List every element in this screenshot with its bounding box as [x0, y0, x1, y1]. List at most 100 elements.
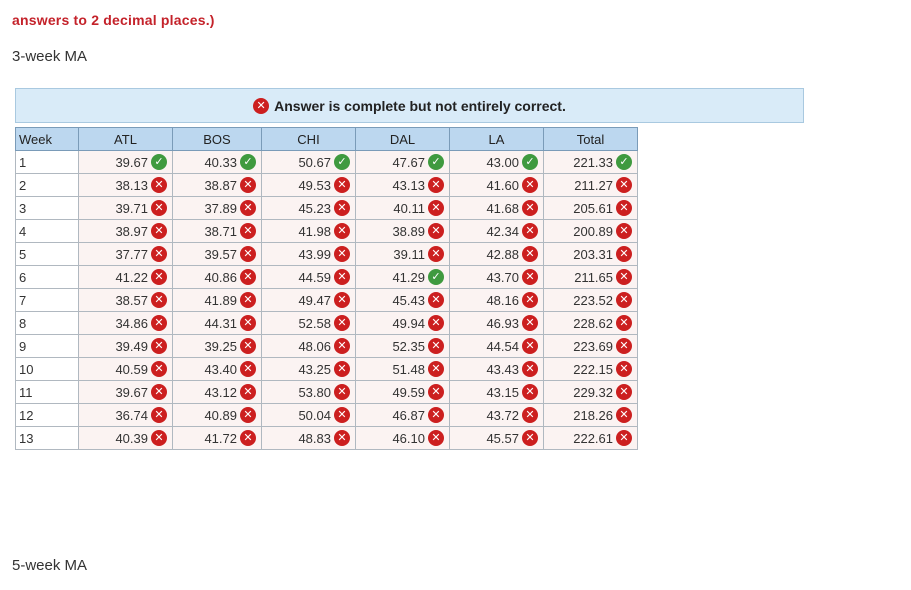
chi-value[interactable]: 45.23: [298, 201, 331, 216]
bos-cell: 38.87 ✕: [172, 173, 262, 197]
atl-value[interactable]: 38.57: [115, 293, 148, 308]
bos-value[interactable]: 37.89: [204, 201, 237, 216]
chi-value[interactable]: 50.04: [298, 408, 331, 423]
total-value[interactable]: 205.61: [573, 201, 613, 216]
atl-value[interactable]: 36.74: [115, 408, 148, 423]
la-cell: 41.60 ✕: [449, 173, 544, 197]
dal-value[interactable]: 43.13: [392, 178, 425, 193]
chi-value[interactable]: 44.59: [298, 270, 331, 285]
bos-value[interactable]: 40.33: [204, 155, 237, 170]
la-value[interactable]: 42.88: [486, 247, 519, 262]
la-value[interactable]: 42.34: [486, 224, 519, 239]
bos-cell: 44.31 ✕: [172, 311, 262, 335]
bos-value[interactable]: 38.87: [204, 178, 237, 193]
atl-value[interactable]: 41.22: [115, 270, 148, 285]
atl-value[interactable]: 34.86: [115, 316, 148, 331]
atl-value[interactable]: 37.77: [115, 247, 148, 262]
la-value[interactable]: 46.93: [486, 316, 519, 331]
total-value[interactable]: 223.69: [573, 339, 613, 354]
total-value[interactable]: 228.62: [573, 316, 613, 331]
atl-value[interactable]: 40.59: [115, 362, 148, 377]
dal-value[interactable]: 46.10: [392, 431, 425, 446]
la-value[interactable]: 43.72: [486, 408, 519, 423]
atl-cell: 36.74 ✕: [78, 403, 173, 427]
atl-value[interactable]: 40.39: [115, 431, 148, 446]
la-value[interactable]: 44.54: [486, 339, 519, 354]
dal-value[interactable]: 47.67: [392, 155, 425, 170]
atl-value[interactable]: 38.97: [115, 224, 148, 239]
dal-value[interactable]: 39.11: [393, 247, 425, 262]
dal-cell: 38.89 ✕: [355, 219, 450, 243]
total-value[interactable]: 203.31: [573, 247, 613, 262]
bos-value[interactable]: 41.72: [204, 431, 237, 446]
chi-value[interactable]: 52.58: [298, 316, 331, 331]
x-circle-icon: ✕: [151, 338, 167, 354]
total-cell: 218.26 ✕: [543, 403, 638, 427]
total-value[interactable]: 222.61: [573, 431, 613, 446]
dal-value[interactable]: 46.87: [392, 408, 425, 423]
total-value[interactable]: 211.27: [574, 178, 613, 193]
total-value[interactable]: 229.32: [573, 385, 613, 400]
la-value[interactable]: 43.70: [486, 270, 519, 285]
bos-value[interactable]: 43.12: [204, 385, 237, 400]
x-circle-icon: ✕: [522, 292, 538, 308]
chi-value[interactable]: 50.67: [298, 155, 331, 170]
atl-value[interactable]: 39.49: [115, 339, 148, 354]
dal-cell: 47.67 ✓: [355, 150, 450, 174]
total-value[interactable]: 223.52: [573, 293, 613, 308]
chi-value[interactable]: 48.83: [298, 431, 331, 446]
la-value[interactable]: 41.68: [486, 201, 519, 216]
x-circle-icon: ✕: [334, 200, 350, 216]
bos-value[interactable]: 41.89: [204, 293, 237, 308]
check-circle-icon: ✓: [151, 154, 167, 170]
x-circle-icon: ✕: [240, 177, 256, 193]
la-value[interactable]: 45.57: [486, 431, 519, 446]
chi-value[interactable]: 43.25: [298, 362, 331, 377]
atl-value[interactable]: 39.67: [115, 385, 148, 400]
atl-value[interactable]: 39.71: [115, 201, 148, 216]
table-row: 12 36.74 ✕ 40.89 ✕ 50.04 ✕ 46.87 ✕ 43.72 ✕ 218.26 ✕: [15, 403, 638, 427]
bos-value[interactable]: 40.89: [204, 408, 237, 423]
chi-cell: 50.67 ✓: [261, 150, 356, 174]
la-value[interactable]: 41.60: [486, 178, 519, 193]
feedback-banner: ✕ Answer is complete but not entirely co…: [15, 88, 804, 123]
atl-value[interactable]: 38.13: [115, 178, 148, 193]
dal-value[interactable]: 52.35: [392, 339, 425, 354]
la-value[interactable]: 43.00: [486, 155, 519, 170]
table-row: 11 39.67 ✕ 43.12 ✕ 53.80 ✕ 49.59 ✕ 43.15 ✕ 229.32 ✕: [15, 380, 638, 404]
total-value[interactable]: 218.26: [573, 408, 613, 423]
total-value[interactable]: 222.15: [573, 362, 613, 377]
chi-value[interactable]: 43.99: [298, 247, 331, 262]
chi-value[interactable]: 53.80: [298, 385, 331, 400]
dal-value[interactable]: 38.89: [392, 224, 425, 239]
bos-value[interactable]: 44.31: [204, 316, 237, 331]
bos-value[interactable]: 38.71: [204, 224, 237, 239]
x-circle-icon: ✕: [240, 384, 256, 400]
chi-value[interactable]: 49.53: [298, 178, 331, 193]
chi-value[interactable]: 41.98: [298, 224, 331, 239]
chi-value[interactable]: 48.06: [298, 339, 331, 354]
la-value[interactable]: 43.15: [486, 385, 519, 400]
atl-value[interactable]: 39.67: [115, 155, 148, 170]
total-value[interactable]: 211.65: [574, 270, 613, 285]
dal-value[interactable]: 49.59: [392, 385, 425, 400]
dal-cell: 51.48 ✕: [355, 357, 450, 381]
dal-value[interactable]: 49.94: [392, 316, 425, 331]
dal-value[interactable]: 51.48: [392, 362, 425, 377]
atl-cell: 39.67 ✓: [78, 150, 173, 174]
dal-value[interactable]: 45.43: [392, 293, 425, 308]
bos-value[interactable]: 40.86: [204, 270, 237, 285]
x-circle-icon: ✕: [151, 246, 167, 262]
bos-value[interactable]: 39.57: [204, 247, 237, 262]
dal-cell: 40.11 ✕: [355, 196, 450, 220]
bos-value[interactable]: 43.40: [204, 362, 237, 377]
dal-value[interactable]: 40.11: [393, 201, 425, 216]
chi-value[interactable]: 49.47: [298, 293, 331, 308]
la-value[interactable]: 43.43: [486, 362, 519, 377]
bos-value[interactable]: 39.25: [204, 339, 237, 354]
la-value[interactable]: 48.16: [486, 293, 519, 308]
x-circle-icon: ✕: [151, 292, 167, 308]
dal-value[interactable]: 41.29: [392, 270, 425, 285]
total-value[interactable]: 200.89: [573, 224, 613, 239]
total-value[interactable]: 221.33: [573, 155, 613, 170]
